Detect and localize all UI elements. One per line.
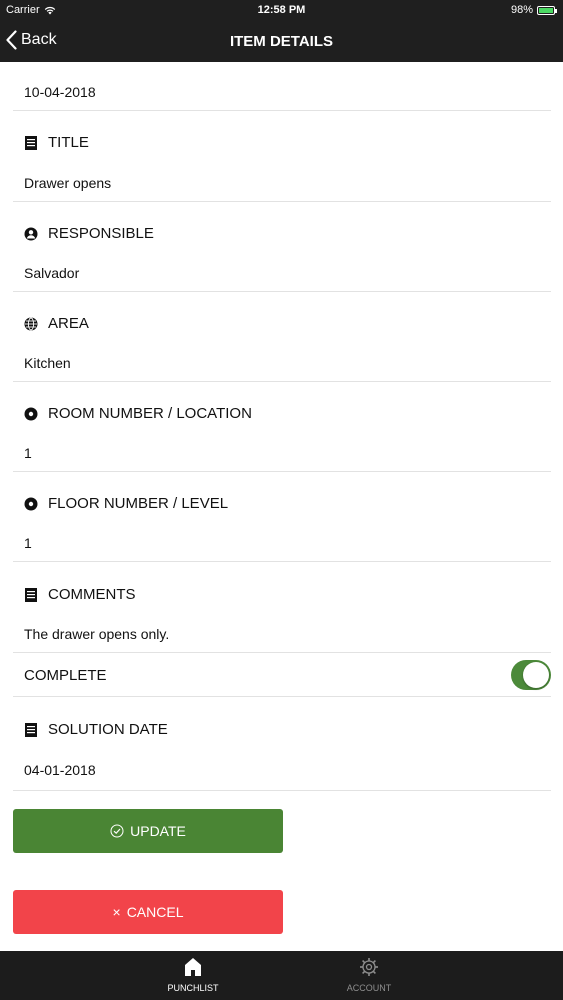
complete-toggle[interactable] (511, 660, 551, 690)
location-icon (24, 407, 38, 421)
back-button[interactable]: Back (6, 30, 57, 50)
divider (13, 110, 551, 111)
floor-value[interactable]: 1 (24, 535, 551, 551)
title-label: TITLE (48, 134, 89, 151)
responsible-value[interactable]: Salvador (24, 265, 551, 281)
divider (13, 790, 551, 791)
status-bar: Carrier 12:58 PM 98% (0, 0, 563, 22)
gear-icon (360, 958, 378, 976)
comments-label-row: COMMENTS (24, 586, 551, 603)
globe-icon (24, 317, 38, 331)
divider (13, 291, 551, 292)
tab-account[interactable]: ACCOUNT (309, 957, 429, 993)
battery-percent: 98% (510, 4, 533, 16)
room-value[interactable]: 1 (24, 445, 551, 461)
divider (13, 652, 551, 653)
divider (13, 201, 551, 202)
home-icon (185, 958, 201, 976)
back-label: Back (21, 31, 57, 48)
chevron-left-icon (6, 30, 17, 50)
comments-value[interactable]: The drawer opens only. (24, 626, 551, 642)
update-button[interactable]: UPDATE (13, 809, 283, 853)
item-date: 10-04-2018 (24, 84, 96, 100)
cancel-button[interactable]: × CANCEL (13, 890, 283, 934)
floor-label-row: FLOOR NUMBER / LEVEL (24, 495, 551, 512)
tab-label: ACCOUNT (346, 983, 392, 993)
page-title: ITEM DETAILS (229, 33, 334, 50)
room-label-row: ROOM NUMBER / LOCATION (24, 405, 551, 422)
cancel-label: CANCEL (126, 904, 184, 920)
area-value[interactable]: Kitchen (24, 355, 551, 371)
battery-indicator: 98% (510, 4, 557, 16)
tab-punchlist[interactable]: PUNCHLIST (133, 957, 253, 993)
solution-date-value[interactable]: 04-01-2018 (24, 762, 551, 778)
title-value[interactable]: Drawer opens (24, 175, 551, 191)
tab-bar: PUNCHLIST ACCOUNT (0, 951, 563, 1000)
clock: 12:58 PM (257, 4, 306, 16)
tab-label: PUNCHLIST (167, 983, 219, 993)
title-label-row: TITLE (24, 134, 551, 151)
area-label: AREA (48, 315, 89, 332)
responsible-label-row: RESPONSIBLE (24, 225, 551, 242)
list-icon (24, 135, 38, 150)
location-icon (24, 497, 38, 511)
list-icon (24, 722, 38, 737)
responsible-label: RESPONSIBLE (48, 225, 154, 242)
list-icon (24, 587, 38, 602)
divider (13, 381, 551, 382)
update-label: UPDATE (130, 823, 186, 839)
divider (13, 471, 551, 472)
room-label: ROOM NUMBER / LOCATION (48, 405, 252, 422)
floor-label: FLOOR NUMBER / LEVEL (48, 495, 229, 512)
solution-date-label: SOLUTION DATE (48, 721, 168, 738)
area-label-row: AREA (24, 315, 551, 332)
person-icon (24, 227, 38, 241)
complete-label: COMPLETE (24, 667, 107, 684)
divider (13, 561, 551, 562)
navigation-bar: Back ITEM DETAILS (0, 22, 563, 62)
toggle-knob (523, 662, 549, 688)
check-circle-icon (110, 824, 124, 838)
divider (13, 696, 551, 697)
close-icon: × (112, 904, 121, 920)
battery-icon (537, 5, 557, 15)
solution-date-label-row: SOLUTION DATE (24, 721, 551, 738)
comments-label: COMMENTS (48, 586, 136, 603)
